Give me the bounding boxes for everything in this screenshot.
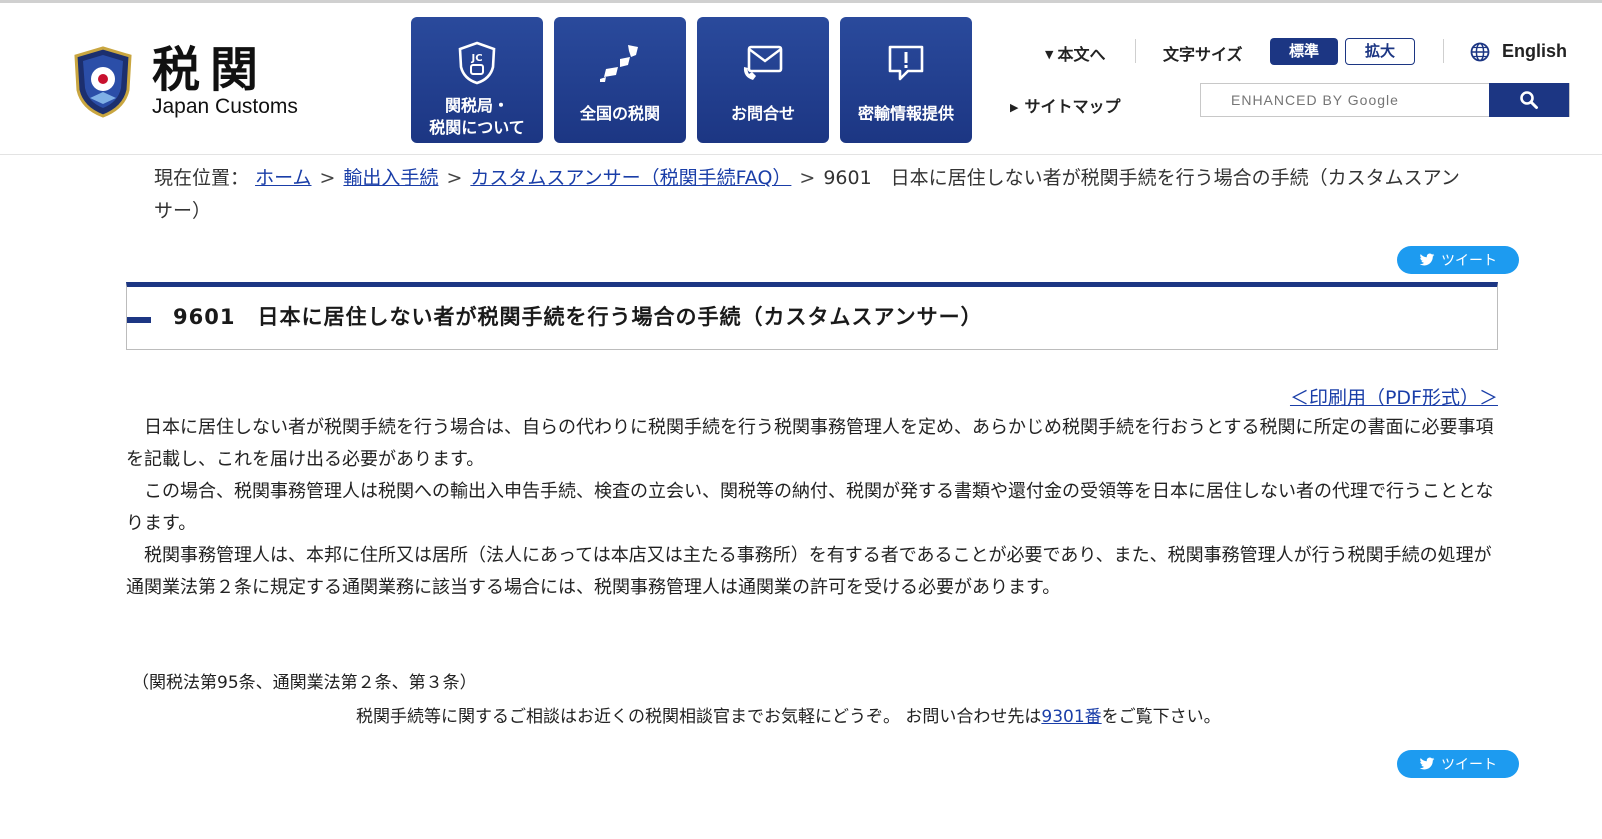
nav-smuggling-report-button[interactable]: 密輸情報提供 <box>840 17 972 143</box>
print-pdf-link[interactable]: ＜印刷用（PDF形式）＞ <box>1290 383 1498 410</box>
tweet-label: ツイート <box>1441 253 1497 269</box>
breadcrumb: 現在位置： ホーム > 輸出入手続 > カスタムスアンサー（税関手続FAQ） >9601 … <box>154 162 1464 228</box>
article-title-box: 9601 日本に居住しない者が税関手続を行う場合の手続（カスタムスアンサー） <box>126 282 1498 350</box>
nav-about-button[interactable]: JC 関税局・ 税関について <box>411 17 543 143</box>
consult-text-end: をご覧下さい。 <box>1101 707 1221 727</box>
tweet-button[interactable]: ツイート <box>1397 750 1519 778</box>
tweet-button[interactable]: ツイート <box>1397 246 1519 274</box>
main-nav: JC 関税局・ 税関について 全国の税関 お問合せ 密輸情報提供 <box>411 17 972 143</box>
font-size-standard-button[interactable]: 標準 <box>1270 38 1338 65</box>
law-reference: （関税法第95条、通関業法第２条、第３条） <box>132 673 477 693</box>
breadcrumb-separator: > <box>799 167 816 189</box>
article-title: 9601 日本に居住しない者が税関手続を行う場合の手続（カスタムスアンサー） <box>173 305 983 329</box>
svg-text:JC: JC <box>470 53 482 64</box>
english-label: English <box>1502 41 1568 61</box>
site-search <box>1200 83 1570 117</box>
skip-to-content-link[interactable]: ▼ 本文へ <box>1045 41 1105 65</box>
site-logo[interactable]: 税関 Japan Customs <box>72 45 298 119</box>
consult-note: 税関手続等に関するご相談はお近くの税関相談官までお気軽にどうぞ。 お問い合わせ先… <box>356 702 1221 727</box>
twitter-bird-icon <box>1419 253 1435 266</box>
triangle-right-icon: ▶ <box>1010 101 1019 114</box>
jc-badge-icon: JC <box>455 41 499 85</box>
nav-about-label: 関税局・ 税関について <box>429 96 525 137</box>
article-body: 日本に居住しない者が税関手続を行う場合は、自らの代わりに税関手続を行う税関事務管… <box>126 412 1498 604</box>
article-paragraph: 日本に居住しない者が税関手続を行う場合は、自らの代わりに税関手続を行う税関事務管… <box>126 417 1494 470</box>
japan-map-icon <box>598 41 642 85</box>
english-link[interactable]: English <box>1470 41 1567 62</box>
breadcrumb-separator: > <box>446 167 463 189</box>
logo-kanji: 税関 <box>152 42 269 98</box>
mail-phone-icon <box>741 41 785 85</box>
sitemap-label: サイトマップ <box>1024 97 1121 116</box>
nav-regional-button[interactable]: 全国の税関 <box>554 17 686 143</box>
font-size-label: 文字サイズ <box>1163 45 1243 64</box>
breadcrumb-home-link[interactable]: ホーム <box>255 167 311 189</box>
triangle-down-icon: ▼ <box>1045 48 1054 61</box>
search-button[interactable] <box>1489 83 1569 117</box>
nav-smuggling-report-label: 密輸情報提供 <box>857 104 954 123</box>
site-header: 税関 Japan Customs JC 関税局・ 税関について 全国の税関 お問… <box>0 3 1602 155</box>
util-divider <box>1135 39 1136 63</box>
logo-english: Japan Customs <box>152 95 298 118</box>
nav-contact-button[interactable]: お問合せ <box>697 17 829 143</box>
skip-to-content-label: 本文へ <box>1057 45 1106 64</box>
globe-icon <box>1470 42 1490 61</box>
nav-regional-label: 全国の税関 <box>579 104 660 123</box>
breadcrumb-prefix: 現在位置： <box>154 167 250 189</box>
tweet-label: ツイート <box>1441 757 1497 773</box>
search-icon <box>1520 91 1538 109</box>
article-paragraph: この場合、税関事務管理人は税関への輸出入申告手続、検査の立会い、関税等の納付、税… <box>126 481 1494 534</box>
customs-emblem-icon <box>74 46 132 118</box>
twitter-bird-icon <box>1419 757 1435 770</box>
search-input[interactable] <box>1201 84 1489 116</box>
contact-9301-link[interactable]: 9301番 <box>1041 707 1101 727</box>
sitemap-link[interactable]: ▶ サイトマップ <box>1010 93 1120 117</box>
font-size-large-button[interactable]: 拡大 <box>1345 38 1415 65</box>
breadcrumb-trade-procedures-link[interactable]: 輸出入手続 <box>343 167 438 189</box>
title-marker <box>127 317 151 323</box>
breadcrumb-faq-link[interactable]: カスタムスアンサー（税関手続FAQ） <box>470 167 791 189</box>
breadcrumb-separator: > <box>319 167 336 189</box>
article-paragraph: 税関事務管理人は、本邦に住所又は居所（法人にあっては本店又は主たる事務所）を有す… <box>126 545 1492 598</box>
util-divider <box>1443 39 1444 63</box>
alert-message-icon <box>884 41 928 85</box>
consult-text: 税関手続等に関するご相談はお近くの税関相談官までお気軽にどうぞ。 お問い合わせ先… <box>356 707 1042 727</box>
nav-contact-label: お問合せ <box>730 104 795 123</box>
